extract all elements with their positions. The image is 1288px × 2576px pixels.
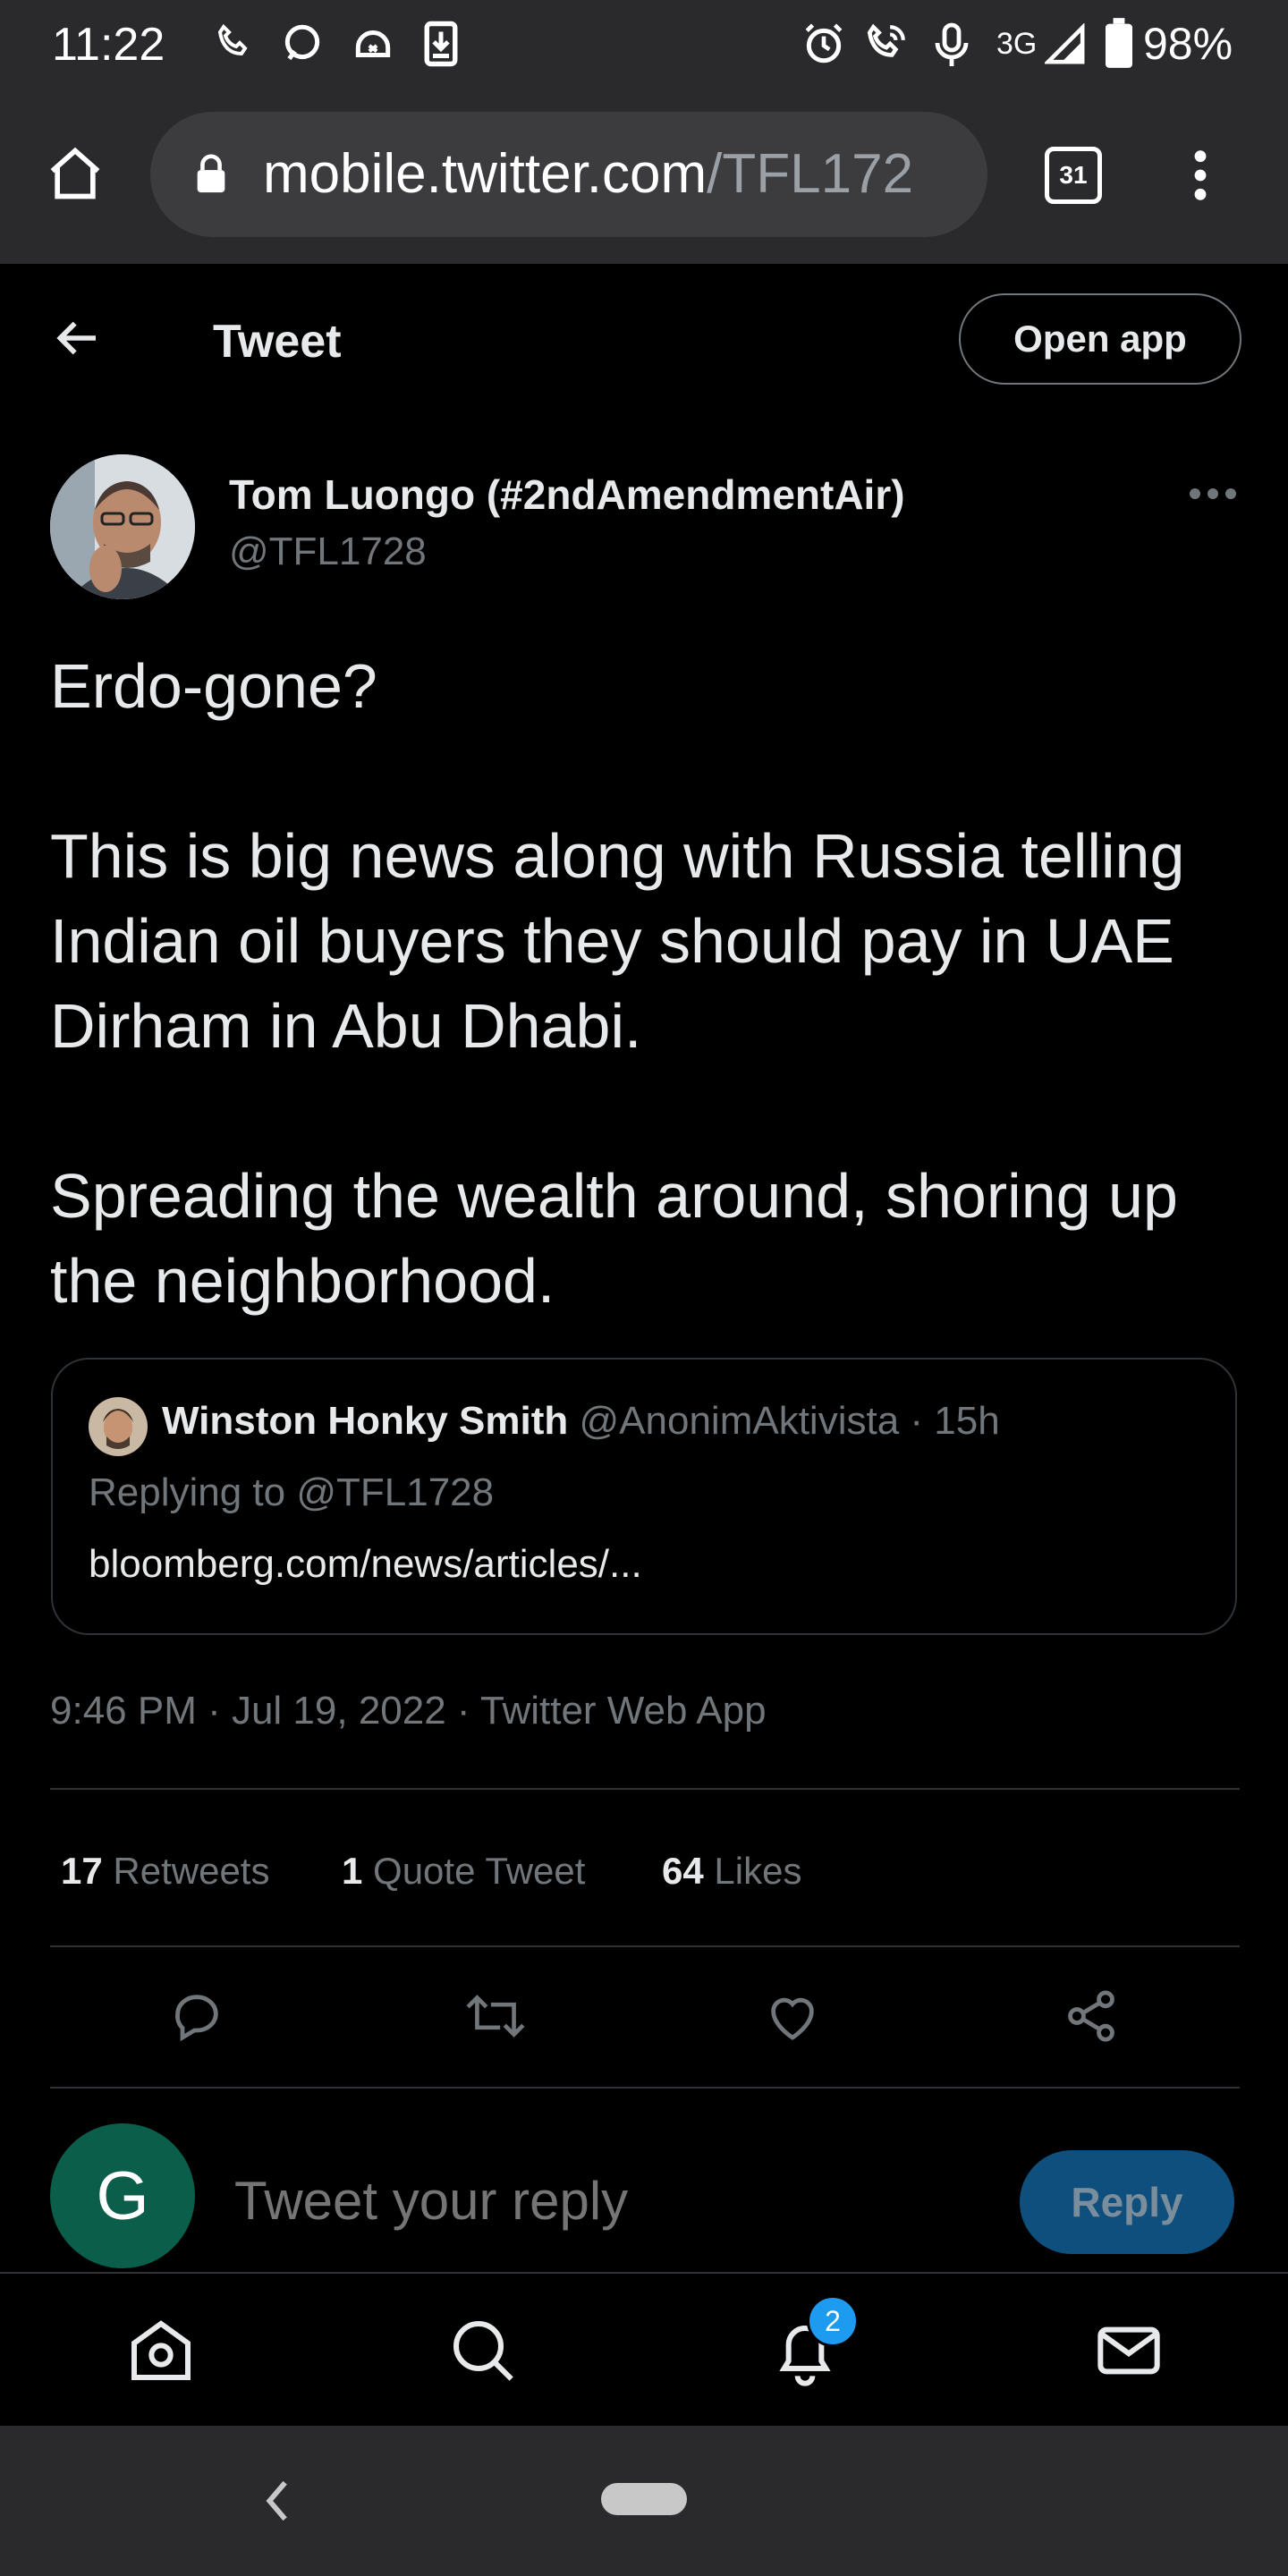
quote-tweets-label: Quote Tweet bbox=[373, 1850, 586, 1892]
back-arrow-icon[interactable] bbox=[52, 313, 102, 363]
system-home-pill[interactable] bbox=[601, 2483, 687, 2515]
quote-header: Winston Honky Smith @AnonimAktivista · 1… bbox=[162, 1399, 1000, 1444]
more-options-icon[interactable] bbox=[1188, 483, 1238, 504]
url-path: /TFL172 bbox=[707, 143, 914, 205]
quote-tweets-stat[interactable]: 1 Quote Tweet bbox=[342, 1850, 585, 1893]
quote-replying-to: Replying to @TFL1728 bbox=[89, 1470, 495, 1514]
quoted-tweet-card[interactable]: Winston Honky Smith @AnonimAktivista · 1… bbox=[51, 1358, 1237, 1635]
tweet-text: Erdo-gone? This is big news along with R… bbox=[50, 644, 1240, 1324]
tweet-paragraph: This is big news along with Russia telli… bbox=[50, 821, 1185, 1061]
phone-icon bbox=[217, 23, 248, 56]
tweet-paragraph: Erdo-gone? bbox=[50, 651, 377, 721]
quote-author-handle: @AnonimAktivista bbox=[579, 1399, 900, 1443]
wifi-calling-icon bbox=[867, 23, 905, 57]
like-heart-icon[interactable] bbox=[764, 1987, 821, 2045]
avatar-photo-icon bbox=[50, 454, 195, 599]
nav-home-icon[interactable] bbox=[125, 2315, 197, 2386]
quote-avatar-photo-icon bbox=[89, 1397, 148, 1456]
nav-search-icon[interactable] bbox=[447, 2315, 519, 2386]
network-type: 3G bbox=[996, 27, 1038, 61]
divider bbox=[50, 2087, 1240, 2089]
author-avatar[interactable] bbox=[50, 454, 195, 599]
author-name[interactable]: Tom Luongo (#2ndAmendmentAir) bbox=[229, 470, 905, 519]
retweet-icon[interactable] bbox=[463, 1987, 528, 2045]
download-icon bbox=[424, 21, 458, 67]
share-icon[interactable] bbox=[1063, 1987, 1120, 2045]
alarm-icon bbox=[805, 23, 843, 64]
tab-count: 31 bbox=[1059, 161, 1088, 189]
retweets-label: Retweets bbox=[113, 1850, 270, 1892]
url-bar[interactable]: mobile.twitter.com/TFL172 bbox=[150, 112, 987, 237]
status-time: 11:22 bbox=[52, 19, 165, 71]
battery-level: 98% bbox=[1143, 19, 1233, 69]
likes-count: 64 bbox=[662, 1850, 704, 1892]
reply-icon[interactable] bbox=[168, 1987, 225, 2045]
quote-author-name: Winston Honky Smith bbox=[162, 1399, 569, 1443]
lock-icon bbox=[197, 154, 225, 193]
battery-icon bbox=[1106, 18, 1132, 68]
status-bar: 11:22 3G 98% bbox=[0, 0, 1288, 98]
system-back-icon[interactable] bbox=[259, 2478, 295, 2524]
notification-count: 2 bbox=[825, 2304, 841, 2337]
url-text: mobile.twitter.com/TFL172 bbox=[263, 142, 970, 205]
likes-label: Likes bbox=[714, 1850, 802, 1892]
user-avatar-letter: G bbox=[96, 2157, 149, 2234]
sync-icon bbox=[355, 30, 391, 57]
quote-link[interactable]: bloomberg.com/news/articles/... bbox=[89, 1542, 642, 1587]
likes-stat[interactable]: 64 Likes bbox=[662, 1850, 801, 1893]
mic-icon bbox=[935, 22, 969, 66]
more-vert-icon[interactable] bbox=[1179, 147, 1222, 204]
quote-avatar bbox=[89, 1397, 148, 1456]
divider bbox=[50, 1945, 1240, 1947]
home-icon[interactable] bbox=[45, 143, 106, 204]
tab-switcher-button[interactable]: 31 bbox=[1045, 147, 1102, 204]
retweets-count: 17 bbox=[61, 1850, 103, 1892]
chat-bubble-icon bbox=[284, 24, 320, 61]
nav-messages-icon[interactable] bbox=[1093, 2315, 1165, 2386]
open-app-button[interactable]: Open app bbox=[959, 293, 1241, 385]
tweet-timestamp[interactable]: 9:46 PM · Jul 19, 2022 · Twitter Web App bbox=[50, 1689, 767, 1733]
author-handle[interactable]: @TFL1728 bbox=[229, 530, 427, 574]
divider bbox=[50, 1788, 1240, 1790]
reply-input[interactable] bbox=[234, 2163, 986, 2238]
reply-button[interactable]: Reply bbox=[1020, 2150, 1234, 2254]
url-host: mobile.twitter.com bbox=[263, 143, 708, 205]
retweets-stat[interactable]: 17 Retweets bbox=[61, 1850, 269, 1893]
signal-icon bbox=[1045, 23, 1085, 64]
tweet-paragraph: Spreading the wealth around, shoring up … bbox=[50, 1161, 1178, 1316]
user-avatar[interactable]: G bbox=[50, 2123, 195, 2268]
quote-tweets-count: 1 bbox=[342, 1850, 363, 1892]
page-title: Tweet bbox=[213, 316, 342, 368]
notification-badge: 2 bbox=[807, 2295, 859, 2347]
quote-age: · 15h bbox=[910, 1399, 1000, 1443]
